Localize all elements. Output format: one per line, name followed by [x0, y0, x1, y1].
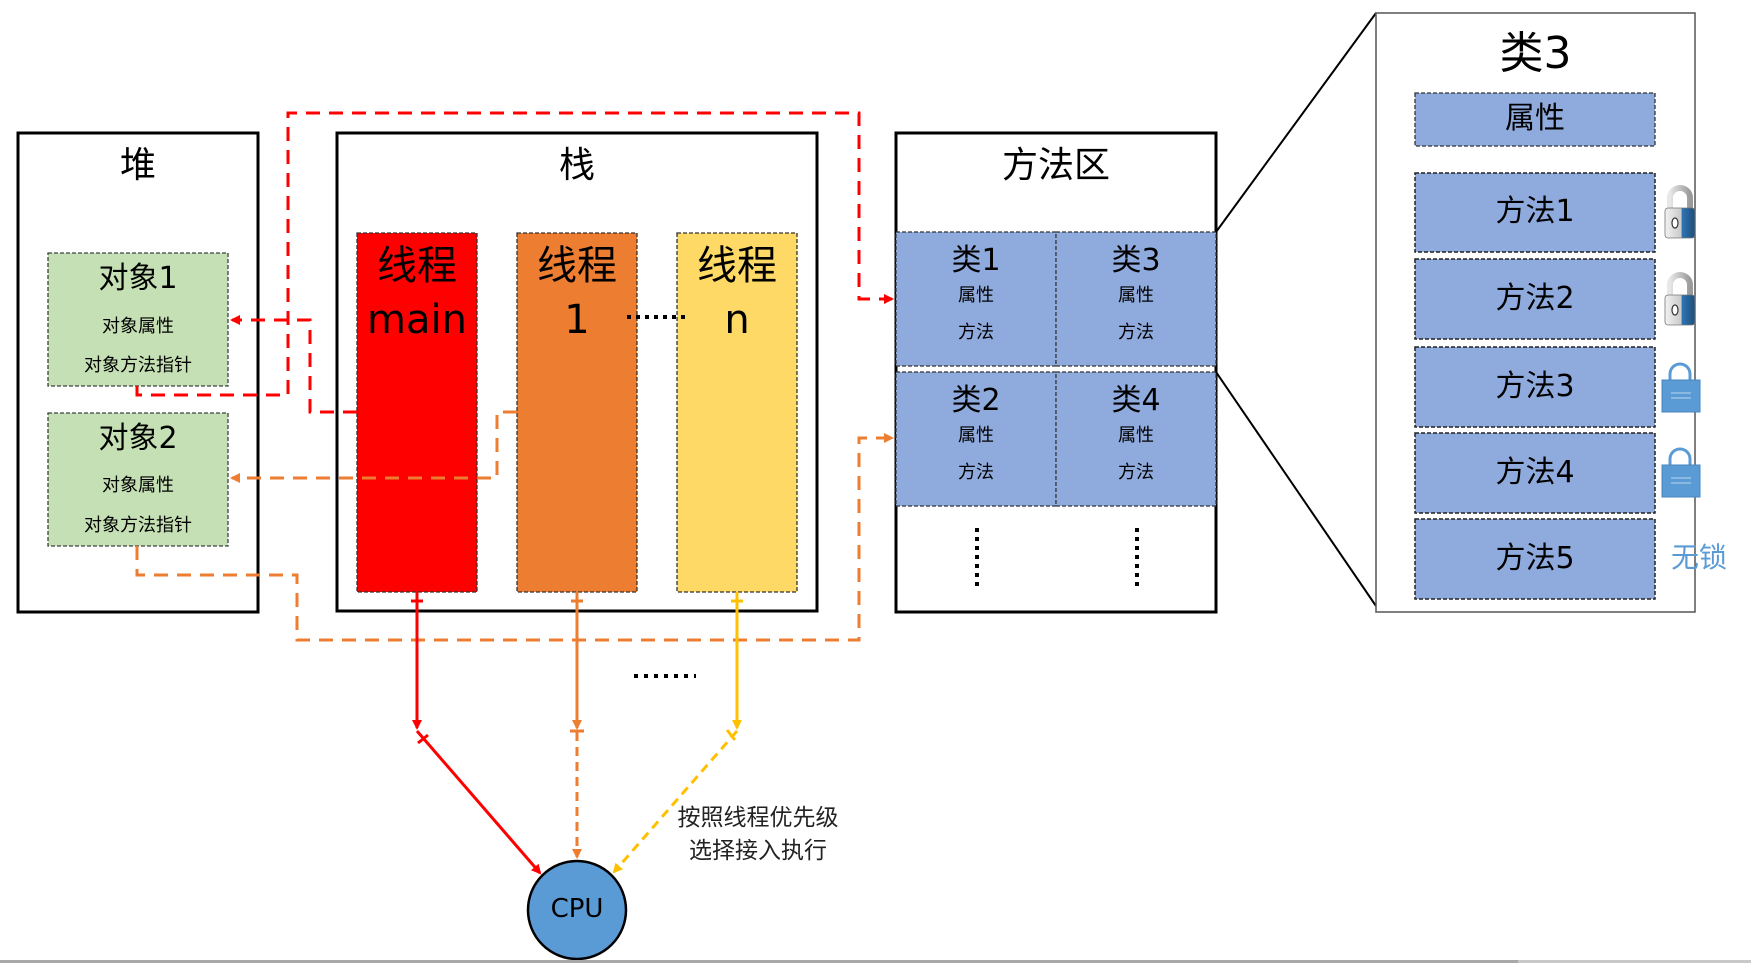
heap-title: 堆 — [119, 145, 156, 186]
method-1-label: 方法1 — [1495, 194, 1575, 229]
scheduling-note-line-2: 选择接入执行 — [689, 838, 827, 864]
object-1-title: 对象1 — [98, 261, 178, 296]
class-2-title: 类2 — [951, 383, 1001, 418]
main-to-cpu-arrow — [415, 730, 542, 875]
class-detail-title: 类3 — [1499, 28, 1572, 79]
object-2-attr: 对象属性 — [102, 475, 174, 496]
class-3-method: 方法 — [1118, 322, 1154, 343]
class-2-method: 方法 — [958, 462, 994, 483]
class-1-method: 方法 — [958, 322, 994, 343]
no-lock-label: 无锁 — [1670, 541, 1727, 574]
object-1-method-pointer: 对象方法指针 — [84, 355, 192, 376]
class-3-title: 类3 — [1111, 243, 1161, 278]
scheduling-note-line-1: 按照线程优先级 — [677, 805, 839, 831]
object-2-method-pointer: 对象方法指针 — [84, 515, 192, 536]
zoom-line-bottom — [1215, 371, 1377, 607]
class-detail-attr-label: 属性 — [1505, 101, 1565, 136]
thread-n-label-1: 线程 — [697, 243, 777, 289]
object-2-title: 对象2 — [98, 421, 178, 456]
method-5-label: 方法5 — [1495, 541, 1575, 576]
method-4-label: 方法4 — [1495, 455, 1575, 490]
class-3-attr: 属性 — [1118, 285, 1154, 306]
class-4-attr: 属性 — [1118, 425, 1154, 446]
method-3-label: 方法3 — [1495, 369, 1575, 404]
class-1-attr: 属性 — [958, 285, 994, 306]
class-4-method: 方法 — [1118, 462, 1154, 483]
thread-n-label-2: n — [724, 297, 750, 343]
cpu-label: CPU — [550, 894, 604, 924]
method-area-title: 方法区 — [1001, 145, 1110, 186]
thread-1-label-2: 1 — [564, 297, 590, 343]
thread-main-label-2: main — [367, 297, 467, 343]
class-1-title: 类1 — [951, 243, 1001, 278]
thread-1-label-1: 线程 — [537, 243, 617, 289]
stack-title: 栈 — [558, 145, 595, 186]
class-4-title: 类4 — [1111, 383, 1161, 418]
thread-main-label-1: 线程 — [377, 243, 457, 289]
method-2-label: 方法2 — [1495, 281, 1575, 316]
zoom-line-top — [1215, 12, 1377, 233]
object-1-attr: 对象属性 — [102, 316, 174, 337]
class-2-attr: 属性 — [958, 425, 994, 446]
